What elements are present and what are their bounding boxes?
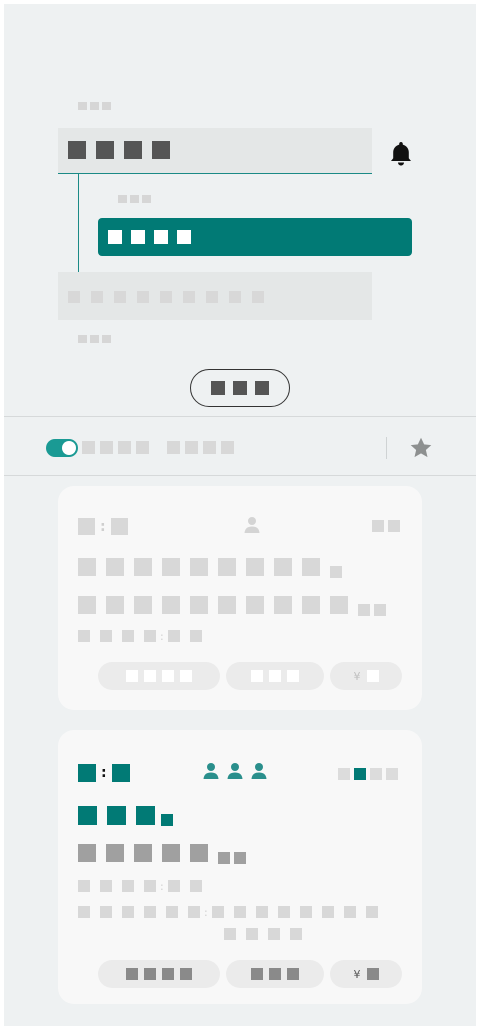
bell-icon[interactable] bbox=[388, 140, 414, 172]
tag-pill[interactable] bbox=[226, 662, 324, 690]
star-icon[interactable] bbox=[408, 435, 434, 465]
tag-pill[interactable] bbox=[226, 960, 324, 988]
result-card[interactable]: : : ¥ bbox=[58, 486, 422, 710]
filter-bar bbox=[4, 416, 476, 476]
price-pill[interactable]: ¥ bbox=[330, 662, 402, 690]
filter-toggle-label bbox=[82, 441, 234, 454]
currency-symbol: ¥ bbox=[353, 967, 361, 981]
option-selected-label bbox=[108, 230, 191, 244]
capacity-indicator bbox=[338, 768, 402, 780]
more-button[interactable] bbox=[190, 369, 290, 407]
card-time: : bbox=[78, 764, 130, 782]
person-icon bbox=[202, 762, 220, 784]
currency-symbol: ¥ bbox=[353, 669, 361, 683]
card-subtitle-line bbox=[78, 842, 246, 864]
result-card[interactable]: : : : ¥ bbox=[58, 730, 422, 1004]
category-select-value bbox=[68, 141, 170, 159]
toggle-knob bbox=[62, 441, 76, 455]
card-description-line-2 bbox=[224, 928, 302, 940]
price-pill[interactable]: ¥ bbox=[330, 960, 402, 988]
person-icon bbox=[244, 516, 260, 538]
section-label-bottom bbox=[78, 335, 111, 343]
attendee-icons bbox=[202, 762, 268, 784]
secondary-select-placeholder bbox=[68, 291, 264, 303]
card-description-line: : bbox=[78, 906, 378, 918]
section-label-top bbox=[78, 102, 111, 110]
card-title-line bbox=[78, 804, 173, 826]
option-selected[interactable] bbox=[98, 218, 412, 256]
person-icon bbox=[250, 762, 268, 784]
filter-divider bbox=[386, 437, 387, 459]
card-title-line bbox=[78, 556, 342, 578]
subgroup-label bbox=[118, 195, 151, 203]
tree-connector bbox=[78, 174, 79, 272]
secondary-select-field[interactable] bbox=[58, 272, 372, 320]
capacity-indicator bbox=[372, 520, 400, 532]
category-select-field[interactable] bbox=[58, 128, 372, 174]
card-schedule-line: : bbox=[78, 880, 202, 892]
tag-pill[interactable] bbox=[98, 960, 220, 988]
card-time: : bbox=[78, 518, 128, 535]
filter-toggle[interactable] bbox=[46, 439, 78, 457]
app-frame: : : ¥::: ¥ bbox=[4, 4, 476, 1026]
card-subtitle-line bbox=[78, 594, 386, 616]
tag-pill[interactable] bbox=[98, 662, 220, 690]
card-schedule-line: : bbox=[78, 630, 202, 642]
person-icon bbox=[226, 762, 244, 784]
